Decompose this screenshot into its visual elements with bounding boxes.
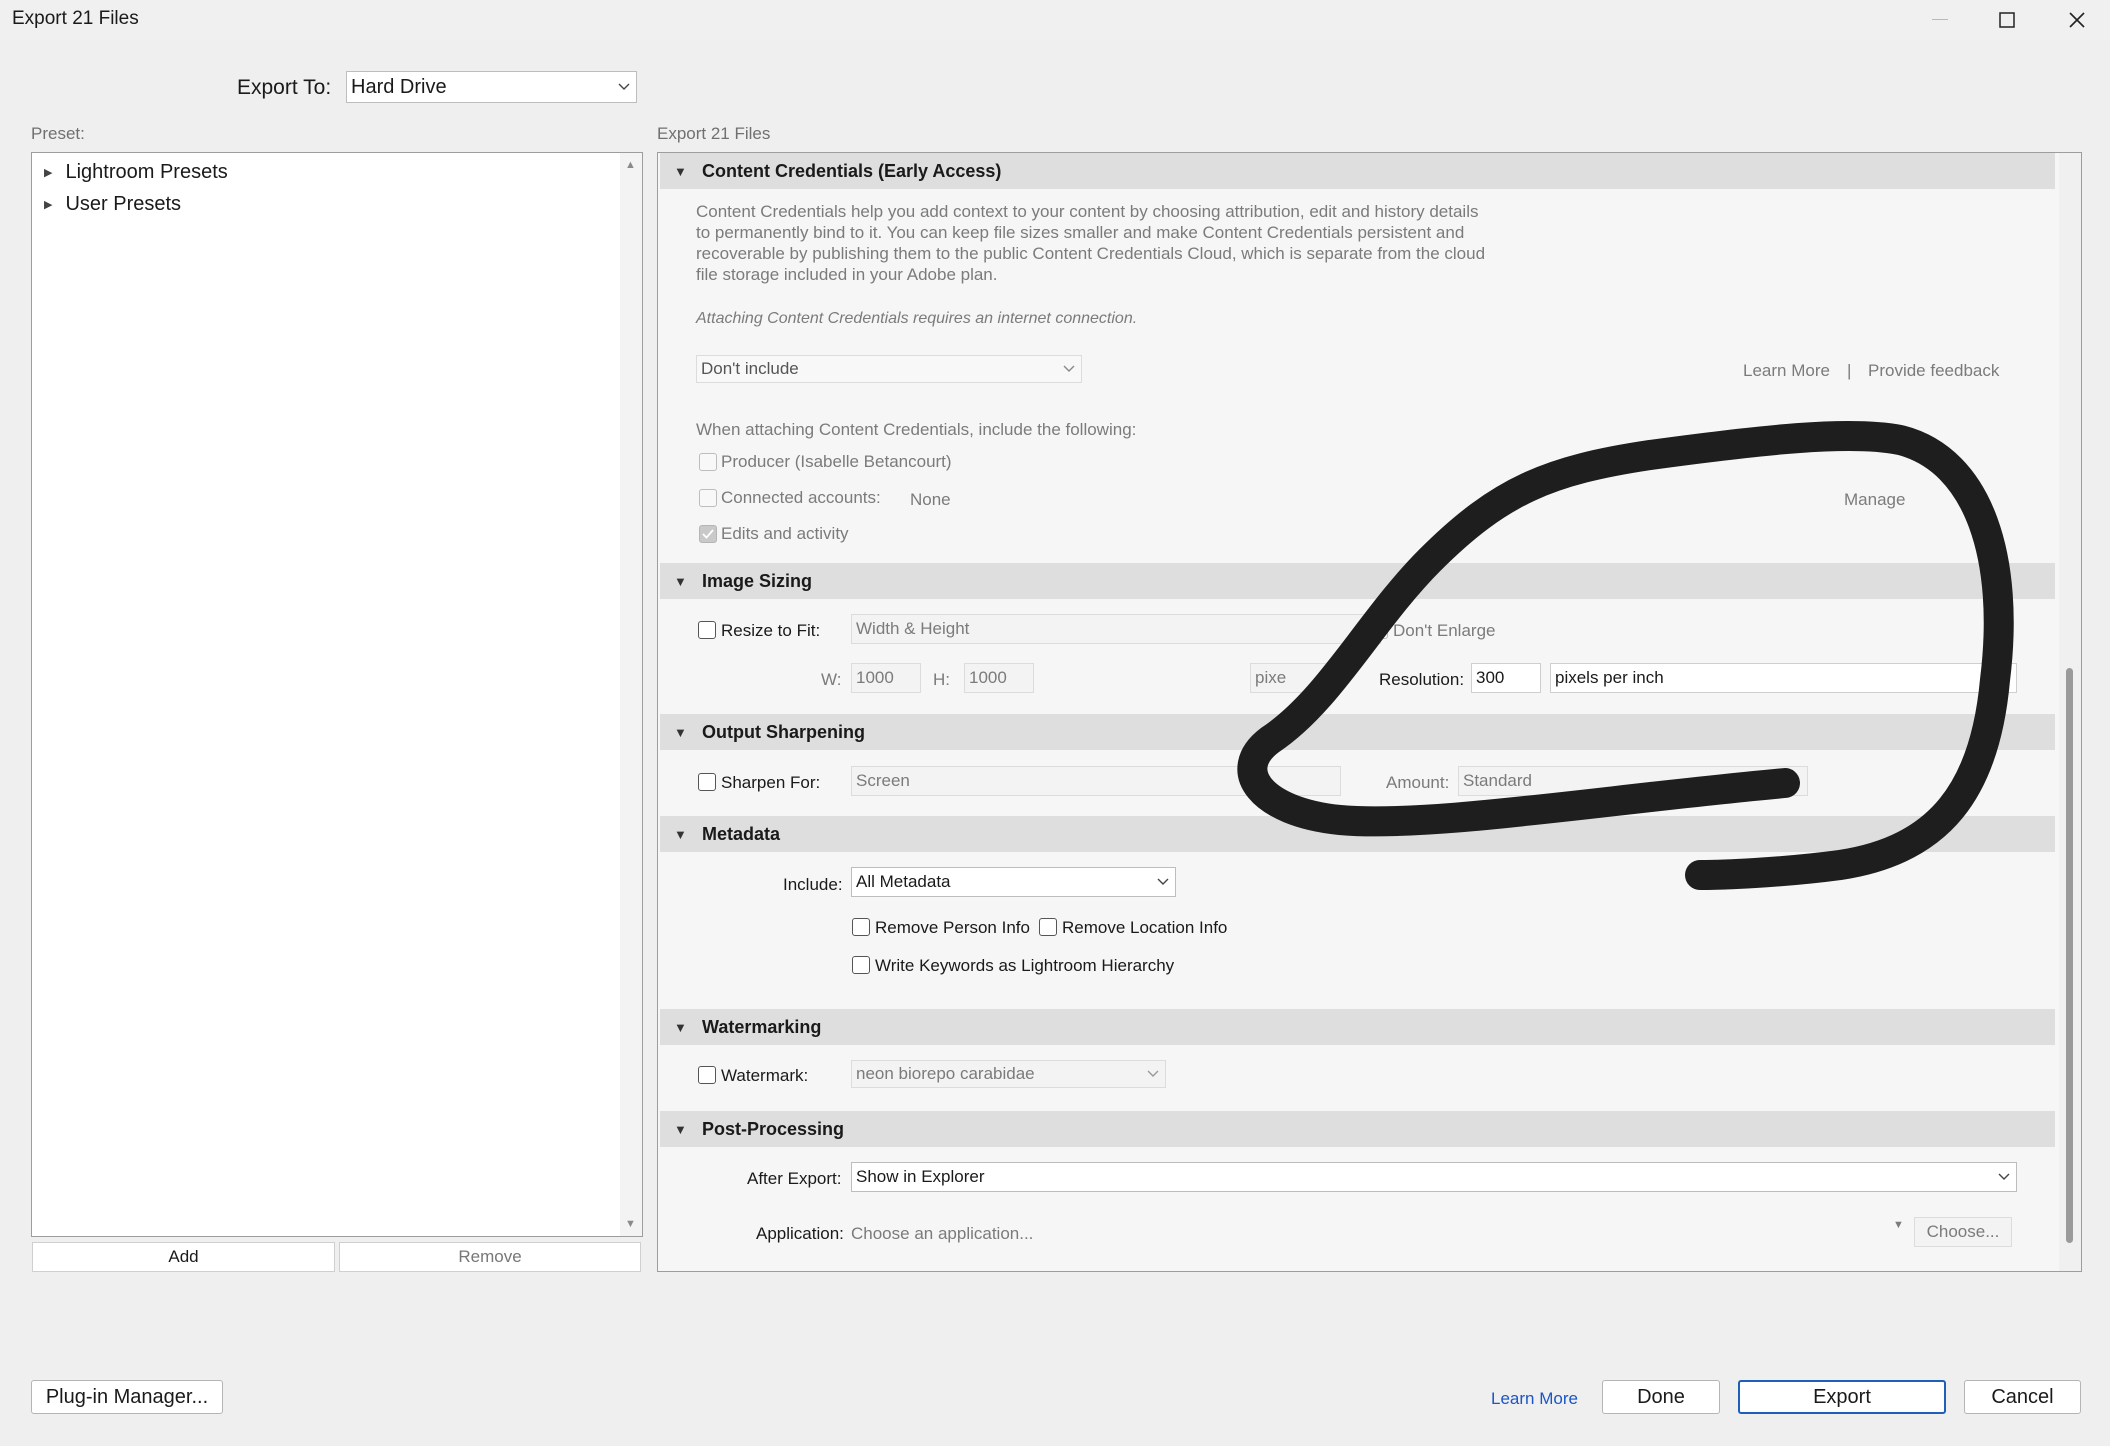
close-icon: [2069, 12, 2085, 28]
maximize-button[interactable]: [1972, 0, 2042, 40]
watermark-checkbox[interactable]: [698, 1066, 716, 1084]
chevron-down-icon: [1992, 664, 2016, 692]
learn-more-link[interactable]: Learn More: [1491, 1389, 1578, 1409]
size-unit-select[interactable]: pixe: [1250, 663, 1340, 693]
remove-person-info-checkbox[interactable]: [852, 918, 870, 936]
choose-application-button[interactable]: Choose...: [1914, 1217, 2012, 1247]
watermark-label: Watermark:: [721, 1066, 809, 1085]
plugin-manager-button[interactable]: Plug-in Manager...: [31, 1380, 223, 1414]
chevron-down-icon: [1141, 1061, 1165, 1087]
close-button[interactable]: [2042, 0, 2110, 40]
amount-label: Amount:: [1386, 773, 1450, 792]
connected-accounts-label: Connected accounts:: [721, 488, 881, 507]
remove-location-info-label: Remove Location Info: [1062, 918, 1228, 937]
export-to-label: Export To:: [237, 76, 332, 99]
collapse-triangle-icon: ▼: [674, 1019, 687, 1035]
chevron-down-icon: [1992, 1163, 2016, 1191]
preset-scrollbar[interactable]: ▲ ▼: [620, 153, 642, 1236]
link-separator: |: [1847, 361, 1852, 380]
write-keywords-checkbox[interactable]: [852, 956, 870, 974]
chevron-down-icon: [1057, 356, 1081, 382]
settings-scroll-thumb[interactable]: [2066, 668, 2073, 1243]
application-input[interactable]: Choose an application...: [851, 1224, 1033, 1244]
collapse-triangle-icon: ▼: [674, 163, 687, 179]
resize-to-fit-label: Resize to Fit:: [721, 621, 821, 640]
manage-link[interactable]: Manage: [1844, 490, 1905, 510]
preset-label: Preset:: [31, 124, 85, 143]
internet-note: Attaching Content Credentials requires a…: [696, 310, 1138, 327]
metadata-include-label: Include:: [783, 875, 843, 894]
producer-label: Producer (Isabelle Betancourt): [721, 452, 952, 471]
height-label: H:: [933, 670, 950, 689]
minimize-button[interactable]: [1905, 0, 1975, 40]
maximize-icon: [1999, 12, 2015, 28]
collapse-triangle-icon: ▼: [674, 826, 687, 842]
sharpen-for-select[interactable]: Screen: [851, 766, 1341, 796]
producer-checkbox[interactable]: [699, 453, 717, 471]
metadata-include-select[interactable]: All Metadata: [851, 867, 1176, 897]
height-input[interactable]: 1000: [964, 663, 1034, 693]
application-label: Application:: [756, 1224, 844, 1243]
connected-accounts-checkbox[interactable]: [699, 489, 717, 507]
resolution-label: Resolution:: [1379, 670, 1465, 689]
after-export-select[interactable]: Show in Explorer: [851, 1162, 2017, 1192]
preset-folder-user[interactable]: ▶ User Presets: [44, 193, 181, 216]
chevron-down-icon: [612, 72, 636, 102]
export-button[interactable]: Export: [1738, 1380, 1946, 1414]
include-following-label: When attaching Content Credentials, incl…: [696, 420, 1137, 439]
settings-header: Export 21 Files: [657, 124, 771, 143]
preset-folder-lightroom[interactable]: ▶ Lightroom Presets: [44, 161, 228, 184]
section-header-post-processing[interactable]: ▼ Post-Processing: [660, 1111, 2055, 1147]
content-credentials-description: Content Credentials help you add context…: [696, 202, 1486, 284]
remove-person-info-label: Remove Person Info: [875, 918, 1030, 937]
edits-activity-label: Edits and activity: [721, 524, 849, 543]
after-export-label: After Export:: [747, 1169, 842, 1188]
collapse-triangle-icon: ▼: [674, 573, 687, 589]
connected-accounts-value: None: [910, 490, 951, 509]
expand-triangle-icon[interactable]: ▶: [44, 166, 52, 179]
width-label: W:: [821, 670, 842, 689]
collapse-triangle-icon: ▼: [674, 1121, 687, 1137]
done-button[interactable]: Done: [1602, 1380, 1720, 1414]
section-header-content-credentials[interactable]: ▼ Content Credentials (Early Access): [660, 153, 2055, 189]
section-header-metadata[interactable]: ▼ Metadata: [660, 816, 2055, 852]
resize-to-fit-checkbox[interactable]: [698, 621, 716, 639]
cancel-button[interactable]: Cancel: [1964, 1380, 2081, 1414]
dont-enlarge-checkbox[interactable]: [1370, 621, 1388, 639]
watermark-select[interactable]: neon biorepo carabidae: [851, 1060, 1166, 1088]
chevron-down-icon: [1151, 868, 1175, 896]
dont-enlarge-label: Don't Enlarge: [1393, 621, 1496, 640]
remove-preset-button[interactable]: Remove: [339, 1242, 641, 1272]
remove-location-info-checkbox[interactable]: [1039, 918, 1057, 936]
scroll-down-icon[interactable]: ▼: [625, 1218, 636, 1230]
sharpen-for-checkbox[interactable]: [698, 773, 716, 791]
minimize-icon: [1932, 19, 1948, 20]
resolution-input[interactable]: 300: [1471, 663, 1541, 693]
amount-select[interactable]: Standard: [1458, 766, 1808, 796]
scroll-up-icon[interactable]: ▲: [625, 159, 636, 171]
resize-mode-select[interactable]: Width & Height: [851, 614, 1381, 644]
collapse-triangle-icon: ▼: [674, 724, 687, 740]
sharpen-for-label: Sharpen For:: [721, 773, 821, 792]
resolution-unit-select[interactable]: pixels per inch: [1550, 663, 2017, 693]
export-to-select[interactable]: Hard Drive: [346, 71, 637, 103]
learn-more-link-credentials[interactable]: Learn More: [1743, 361, 1830, 381]
export-settings-panel: ▼ Content Credentials (Early Access) Con…: [657, 152, 2082, 1272]
application-dropdown-icon[interactable]: ▼: [1893, 1219, 1904, 1231]
section-header-output-sharpening[interactable]: ▼ Output Sharpening: [660, 714, 2055, 750]
section-header-image-sizing[interactable]: ▼ Image Sizing: [660, 563, 2055, 599]
add-preset-button[interactable]: Add: [32, 1242, 335, 1272]
expand-triangle-icon[interactable]: ▶: [44, 198, 52, 211]
title-bar: Export 21 Files: [0, 0, 2110, 40]
window-title: Export 21 Files: [12, 8, 139, 29]
checkmark-icon: [702, 529, 714, 539]
write-keywords-label: Write Keywords as Lightroom Hierarchy: [875, 956, 1175, 975]
width-input[interactable]: 1000: [851, 663, 921, 693]
settings-scrollbar[interactable]: [2059, 153, 2081, 1271]
edits-activity-checkbox[interactable]: [699, 525, 717, 543]
preset-panel: ▶ Lightroom Presets ▶ User Presets ▲ ▼: [31, 152, 643, 1237]
section-header-watermarking[interactable]: ▼ Watermarking: [660, 1009, 2055, 1045]
content-credentials-select[interactable]: Don't include: [696, 355, 1082, 383]
provide-feedback-link[interactable]: Provide feedback: [1868, 361, 1999, 381]
